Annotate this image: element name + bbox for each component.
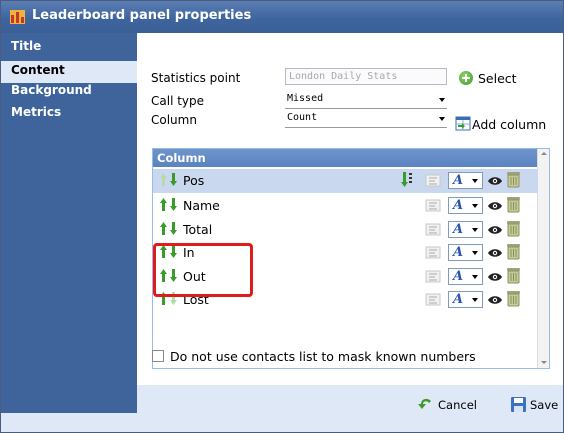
delete-bin-icon[interactable] (507, 267, 520, 284)
chevron-down-icon (439, 98, 445, 102)
visibility-eye-icon[interactable] (488, 272, 502, 282)
alignment-icon[interactable] (425, 221, 441, 237)
delete-bin-icon[interactable] (507, 196, 520, 213)
chevron-down-icon (472, 228, 478, 232)
chevron-down-icon (472, 298, 478, 302)
grid-row-name[interactable]: Name A (153, 194, 538, 218)
chevron-down-icon (439, 117, 445, 121)
column-name: Total (183, 222, 213, 237)
visibility-eye-icon[interactable] (488, 248, 502, 258)
visibility-eye-icon[interactable] (488, 225, 502, 235)
add-column-icon (455, 116, 471, 131)
sort-icon[interactable] (401, 172, 413, 188)
call-type-value: Missed (287, 93, 324, 104)
column-name: Pos (183, 173, 205, 188)
font-style-dropdown[interactable]: A (448, 172, 483, 189)
add-icon (459, 71, 473, 85)
move-down-icon[interactable] (170, 173, 177, 186)
mask-numbers-label: Do not use contacts list to mask known n… (170, 349, 476, 364)
font-style-dropdown[interactable]: A (448, 197, 483, 214)
call-type-select[interactable]: Missed (285, 92, 447, 109)
font-style-dropdown[interactable]: A (448, 268, 483, 285)
title-bar[interactable]: Leaderboard panel properties (1, 1, 563, 33)
alignment-icon[interactable] (425, 244, 441, 260)
visibility-eye-icon[interactable] (488, 295, 502, 305)
chevron-down-icon (472, 275, 478, 279)
scroll-down-icon[interactable] (541, 361, 547, 364)
font-icon: A (453, 173, 464, 188)
content-panel: Statistics point London Daily Stats Sele… (137, 33, 563, 385)
leaderboard-icon (10, 10, 25, 24)
chevron-down-icon (472, 179, 478, 183)
alignment-icon[interactable] (425, 197, 441, 213)
grid-scrollbar[interactable] (537, 149, 549, 368)
sidebar-item-content[interactable]: Content (11, 63, 65, 77)
properties-dialog: Leaderboard panel properties Title Conte… (0, 0, 564, 433)
call-type-label: Call type (151, 94, 205, 108)
sidebar-item-metrics[interactable]: Metrics (11, 105, 61, 119)
font-icon: A (453, 269, 464, 284)
column-name: Name (183, 198, 220, 213)
mask-numbers-checkbox[interactable] (152, 350, 164, 362)
font-icon: A (453, 292, 464, 307)
chevron-down-icon (472, 204, 478, 208)
cancel-icon (418, 398, 431, 409)
statistics-point-field[interactable]: London Daily Stats (285, 68, 447, 85)
dialog-title: Leaderboard panel properties (32, 8, 252, 23)
delete-bin-icon[interactable] (507, 290, 520, 307)
floppy-disk-icon (511, 397, 526, 412)
move-down-icon[interactable] (170, 198, 177, 211)
content-area: Statistics point London Daily Stats Sele… (137, 33, 563, 413)
alignment-icon[interactable] (425, 268, 441, 284)
alignment-icon[interactable] (425, 291, 441, 307)
add-column-label: Add column (472, 117, 547, 132)
chevron-down-icon (472, 251, 478, 255)
column-select[interactable]: Count (285, 111, 447, 128)
statistics-point-label: Statistics point (151, 71, 241, 85)
sidebar: Title Content Background Metrics (1, 33, 137, 413)
cancel-label: Cancel (438, 398, 477, 412)
column-value: Count (287, 112, 318, 123)
visibility-eye-icon[interactable] (488, 201, 502, 211)
sidebar-item-background[interactable]: Background (11, 83, 92, 97)
font-icon: A (453, 198, 464, 213)
move-up-icon[interactable] (160, 198, 167, 211)
grid-row-pos[interactable]: Pos A (153, 169, 538, 193)
move-down-icon[interactable] (170, 222, 177, 235)
font-style-dropdown[interactable]: A (448, 244, 483, 261)
visibility-eye-icon[interactable] (488, 176, 502, 186)
highlight-box (153, 243, 253, 297)
save-label: Save (530, 398, 559, 412)
font-style-dropdown[interactable]: A (448, 221, 483, 238)
font-style-dropdown[interactable]: A (448, 291, 483, 308)
grid-row-total[interactable]: Total A (153, 218, 538, 242)
delete-bin-icon[interactable] (507, 220, 520, 237)
delete-bin-icon[interactable] (507, 171, 520, 188)
delete-bin-icon[interactable] (507, 243, 520, 260)
font-icon: A (453, 222, 464, 237)
scroll-up-icon[interactable] (541, 152, 547, 155)
alignment-icon[interactable] (425, 172, 441, 188)
select-button-label: Select (478, 71, 517, 86)
sidebar-item-title[interactable]: Title (11, 39, 41, 53)
move-up-icon[interactable] (160, 173, 167, 186)
font-icon: A (453, 245, 464, 260)
column-label: Column (151, 113, 197, 127)
move-up-icon[interactable] (160, 222, 167, 235)
grid-header: Column (153, 149, 538, 167)
